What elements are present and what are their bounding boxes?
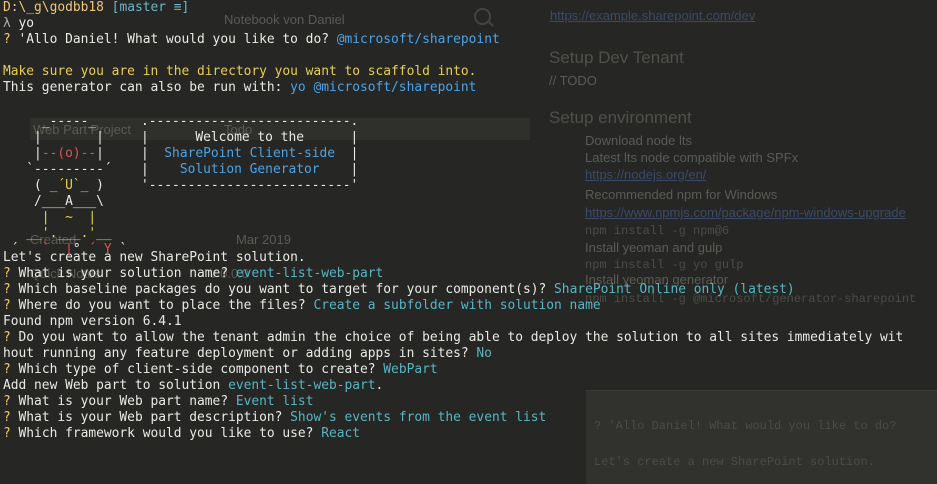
question-mark: ? bbox=[3, 362, 11, 377]
component-line: ? Which type of client-side component to… bbox=[3, 362, 937, 378]
qa-question: Which framework would you like to use? bbox=[18, 426, 314, 441]
git-branch-close: ] bbox=[181, 0, 190, 15]
qa-answer: event-list-web-part bbox=[235, 266, 384, 281]
git-branch-state: ≡ bbox=[166, 0, 182, 15]
prompt-path: D:\_g\godbb18 bbox=[3, 0, 104, 15]
tenant-question-line-2: hout running any feature deployment or a… bbox=[3, 346, 937, 362]
component-question: Which type of client-side component to c… bbox=[18, 362, 376, 377]
qa-question: What is your solution name? bbox=[18, 266, 229, 281]
qa-answer: Create a subfolder with solution name bbox=[313, 298, 601, 313]
also-run-line: This generator can also be run with: yo … bbox=[3, 80, 937, 96]
qa-line: ? What is your solution name? event-list… bbox=[3, 266, 937, 282]
question-mark: ? bbox=[3, 32, 11, 47]
qa-answer: SharePoint Online only (latest) bbox=[554, 282, 795, 297]
question-mark: ? bbox=[3, 266, 11, 281]
qa-answer: Event list bbox=[235, 394, 314, 409]
found-npm-line: Found npm version 6.4.1 bbox=[3, 314, 182, 329]
qa-line: ? Where do you want to place the files? … bbox=[3, 298, 937, 314]
question-mark: ? bbox=[3, 394, 11, 409]
qa-line: ? What is your Web part name? Event list bbox=[3, 394, 937, 410]
qa-line: ? Which framework would you like to use?… bbox=[3, 426, 937, 442]
qa-answer: Show's events from the event list bbox=[290, 410, 547, 425]
also-run-text: This generator can also be run with: bbox=[3, 80, 283, 95]
question-mark: ? bbox=[3, 298, 11, 313]
tenant-question-part1: Do you want to allow the tenant admin th… bbox=[18, 330, 904, 345]
welcome-box: .--------------------------. | Welcome t… bbox=[141, 114, 359, 193]
also-run-command: yo @microsoft/sharepoint bbox=[290, 80, 477, 95]
make-sure-line: Make sure you are in the directory you w… bbox=[3, 64, 477, 79]
qa-line: ? Which baseline packages do you want to… bbox=[3, 282, 937, 298]
welcome-line-1: Welcome to the bbox=[195, 130, 304, 145]
qa-question: What is your Web part description? bbox=[18, 410, 283, 425]
tenant-question-line-1: ? Do you want to allow the tenant admin … bbox=[3, 330, 937, 346]
add-new-end: . bbox=[375, 378, 384, 393]
qa-question: Which baseline packages do you want to t… bbox=[18, 282, 547, 297]
add-new-text: Add new Web part to solution bbox=[3, 378, 221, 393]
command-line: λ yo bbox=[3, 16, 937, 32]
terminal[interactable]: D:\_g\godbb18 [master ≡] λ yo ? 'Allo Da… bbox=[0, 0, 937, 484]
question-mark: ? bbox=[3, 330, 11, 345]
qa-answer: React bbox=[321, 426, 361, 441]
lets-create-line: Let's create a new SharePoint solution. bbox=[3, 250, 306, 265]
prompt-line: D:\_g\godbb18 [master ≡] bbox=[3, 0, 937, 16]
question-mark: ? bbox=[3, 282, 11, 297]
yeoman-ascii-art: _-----_ | | |--(o)--| `---------´ ( _´U`… bbox=[3, 114, 135, 257]
question-mark: ? bbox=[3, 410, 11, 425]
yeoman-banner: _-----_ | | |--(o)--| `---------´ ( _´U`… bbox=[3, 96, 937, 257]
component-answer: WebPart bbox=[383, 362, 438, 377]
screen: Notebook von Daniel https://example.shar… bbox=[0, 0, 937, 484]
question-mark: ? bbox=[3, 426, 11, 441]
command-text: yo bbox=[18, 16, 35, 31]
lambda-prompt-icon: λ bbox=[3, 16, 11, 31]
welcome-line-2: SharePoint Client-side bbox=[164, 146, 336, 161]
qa-line: ? What is your Web part description? Sho… bbox=[3, 410, 937, 426]
add-new-line: Add new Web part to solution event-list-… bbox=[3, 378, 937, 394]
add-new-name: event-list-web-part bbox=[228, 378, 376, 393]
qa-question: What is your Web part name? bbox=[18, 394, 229, 409]
greeting-line: ? 'Allo Daniel! What would you like to d… bbox=[3, 32, 937, 48]
welcome-line-3: Solution Generator bbox=[179, 162, 320, 177]
greeting-question: 'Allo Daniel! What would you like to do? bbox=[18, 32, 329, 47]
greeting-answer: @microsoft/sharepoint bbox=[336, 32, 500, 47]
qa-question: Where do you want to place the files? bbox=[18, 298, 306, 313]
tenant-question-part2: hout running any feature deployment or a… bbox=[3, 346, 469, 361]
git-branch: master bbox=[119, 0, 167, 15]
tenant-answer: No bbox=[476, 346, 492, 361]
